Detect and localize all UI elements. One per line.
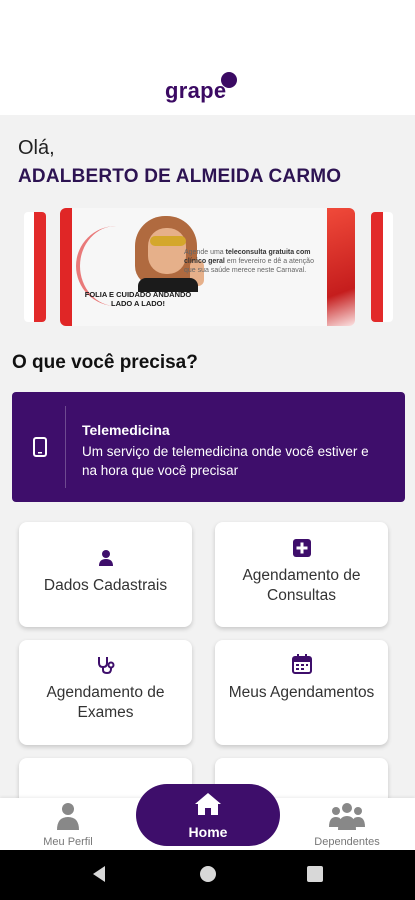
card-agendamento-exames[interactable]: Agendamento de Exames (19, 640, 192, 745)
profile-icon (18, 802, 118, 830)
telemedicina-title: Telemedicina (82, 422, 170, 438)
greeting-text: Olá, (18, 137, 55, 159)
banner-carousel[interactable]: FOLIA E CUIDADO ANDANDO LADO A LADO! Age… (0, 208, 415, 326)
grape-logo: grape (165, 72, 255, 106)
card-label: Meus Agendamentos (228, 684, 375, 701)
carnival-banner[interactable]: FOLIA E CUIDADO ANDANDO LADO A LADO! Age… (60, 208, 355, 326)
app-header: grape (0, 0, 415, 115)
telemedicina-card[interactable]: Telemedicina Um serviço de telemedicina … (12, 392, 405, 502)
nav-label-home: Home (188, 824, 228, 840)
telemedicina-description: Um serviço de telemedicina onde você est… (82, 444, 369, 478)
nav-home-button[interactable]: Home (136, 784, 280, 846)
section-title: O que você precisa? (12, 352, 198, 373)
card-meus-agendamentos[interactable]: Meus Agendamentos (215, 640, 388, 745)
banner-text: Agende uma teleconsulta gratuita com clí… (184, 248, 324, 275)
stethoscope-icon (19, 655, 192, 675)
nav-label-profile: Meu Perfil (43, 836, 93, 848)
nav-label-dependents: Dependentes (314, 836, 380, 848)
calendar-icon (215, 654, 388, 674)
recents-icon[interactable] (307, 865, 323, 888)
user-icon (19, 549, 192, 567)
card-label: Dados Cadastrais (43, 577, 168, 594)
home-icon (136, 792, 280, 816)
card-agendamento-consultas[interactable]: Agendamento de Consultas (215, 522, 388, 627)
telemedicina-divider (65, 406, 66, 488)
logo-text: grape (165, 78, 227, 103)
nav-dependentes[interactable]: Dependentes (297, 798, 397, 850)
logo-dot (221, 72, 237, 88)
card-label: Agendamento de Consultas (242, 567, 361, 604)
banner-slogan: FOLIA E CUIDADO ANDANDO LADO A LADO! (84, 290, 192, 308)
banner-ribbon-left (60, 208, 72, 326)
users-icon (297, 802, 397, 830)
system-navigation-bar (0, 850, 415, 900)
banner-text-prefix: Agende uma (184, 249, 226, 256)
card-dados-cadastrais[interactable]: Dados Cadastrais (19, 522, 192, 627)
phone-icon (12, 392, 67, 502)
user-name: ADALBERTO DE ALMEIDA CARMO (18, 166, 342, 187)
nav-meu-perfil[interactable]: Meu Perfil (18, 798, 118, 850)
card-label: Agendamento de Exames (46, 684, 165, 721)
banner-ribbon-right (327, 208, 355, 326)
carousel-prev-slide[interactable] (24, 212, 46, 322)
banner-woman-face (148, 228, 186, 274)
back-icon[interactable] (91, 865, 107, 888)
plus-square-icon (215, 539, 388, 557)
banner-carnival-mask (150, 236, 186, 246)
carousel-next-slide[interactable] (371, 212, 393, 322)
home-circle-icon[interactable] (199, 865, 217, 888)
